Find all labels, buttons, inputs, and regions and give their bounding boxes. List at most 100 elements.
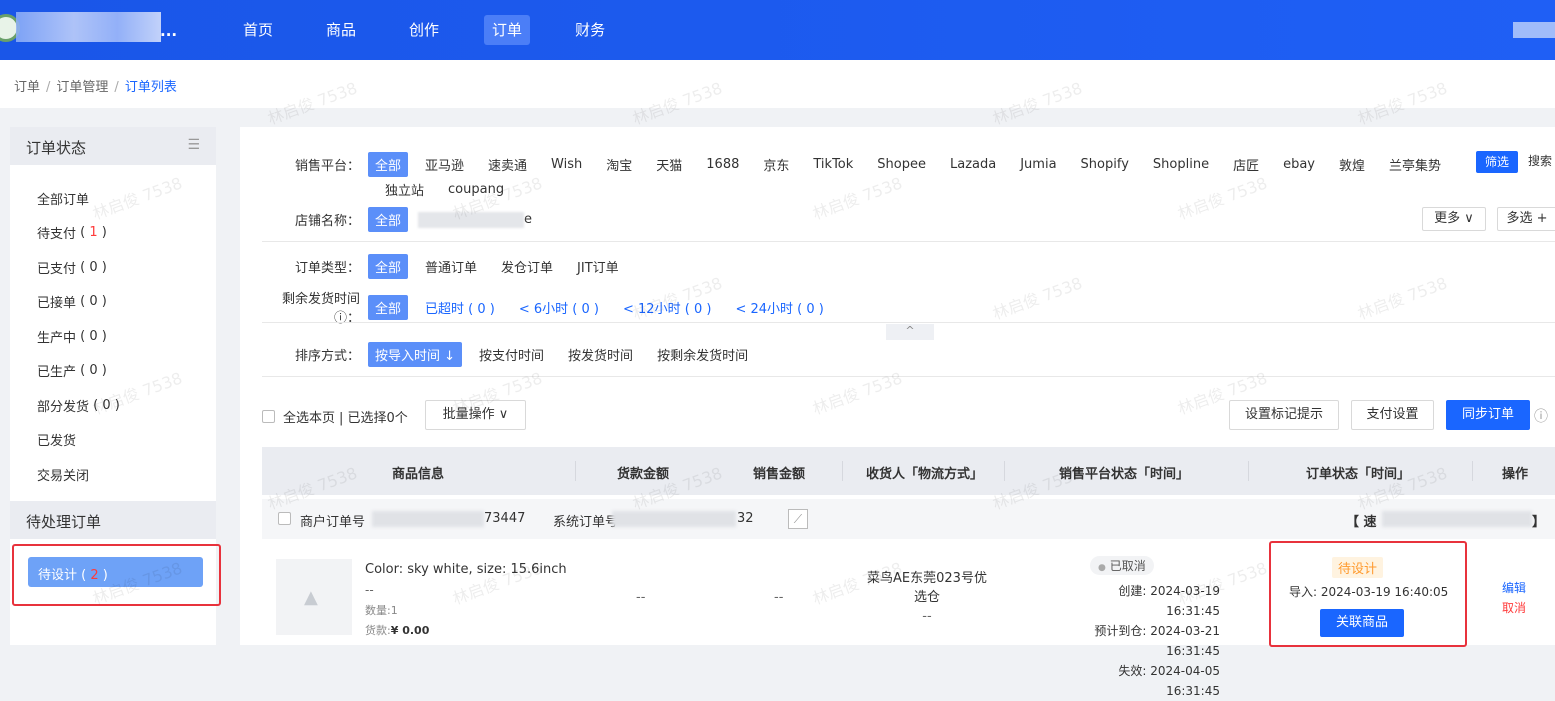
breadcrumb-orders[interactable]: 订单 [14, 80, 40, 95]
col-product-info: 商品信息 [392, 467, 445, 482]
platform-chip-jd[interactable]: 京东 [756, 152, 796, 177]
platform-chip-all[interactable]: 全部 [368, 152, 409, 177]
col-actions: 操作 [1502, 467, 1529, 482]
system-order-label: 系统订单号 [553, 515, 619, 530]
platform-chip-tiktok[interactable]: TikTok [806, 154, 860, 175]
sidebar-item-shipped[interactable]: 已发货 [10, 423, 216, 458]
nav-products[interactable]: 商品 [318, 15, 364, 45]
platform-chip-lazada[interactable]: Lazada [943, 154, 1003, 175]
remain-chip-overdue[interactable]: 已超时 ( 0 ) [418, 295, 502, 320]
nav-orders[interactable]: 订单 [484, 15, 531, 45]
platform-chip-shopline[interactable]: Shopline [1146, 154, 1216, 175]
eta-time: 预计到仓: 2024-03-21 16:31:45 [1094, 624, 1220, 658]
store-name-suffix[interactable]: e [524, 212, 532, 227]
edit-link[interactable]: 编辑 [1502, 579, 1526, 596]
platform-chip-aliexpress[interactable]: 速卖通 [481, 152, 534, 177]
goods-amount-value: -- [636, 590, 646, 605]
select-page-label[interactable]: 全选本页 [283, 407, 335, 426]
cancel-link[interactable]: 取消 [1502, 599, 1526, 616]
brand-name-blurred [16, 12, 161, 42]
platform-chip-jumia[interactable]: Jumia [1013, 154, 1063, 175]
sidebar-item-accepted[interactable]: 已接单 ( 0 ) [10, 285, 216, 320]
sidebar-item-producing[interactable]: 生产中 ( 0 ) [10, 319, 216, 354]
remain-chip-all[interactable]: 全部 [368, 294, 409, 320]
type-chip-all[interactable]: 全部 [368, 254, 409, 279]
breadcrumb-order-list: 订单列表 [124, 80, 177, 95]
sidebar-item-partial-shipped[interactable]: 部分发货 ( 0 ) [10, 388, 216, 423]
sort-ship-time[interactable]: 按发货时间 [561, 342, 640, 367]
platform-chip-1688[interactable]: 1688 [699, 154, 746, 175]
payment-settings-button[interactable]: 支付设置 [1351, 400, 1434, 430]
sort-row: 排序方式： 按导入时间 ↓ 按支付时间 按发货时间 按剩余发货时间 [240, 342, 765, 367]
sidebar-item-closed[interactable]: 交易关闭 [10, 457, 216, 492]
remain-chip-label: < 12小时 [623, 301, 681, 317]
platform-chip-coupang[interactable]: coupang [441, 179, 511, 200]
status-dot-icon: ● [1098, 563, 1106, 573]
nav-create[interactable]: 创作 [401, 15, 447, 45]
help-icon[interactable]: ⓘ [1534, 406, 1548, 426]
product-quantity: 数量:1 [365, 604, 398, 617]
bulk-toolbar: 全选本页 | 已选择0个 [262, 407, 408, 426]
sidebar-item-label: 已支付 [37, 261, 77, 277]
expire-time: 失效: 2024-04-05 16:31:45 [1118, 664, 1220, 698]
platform-chip-ebay[interactable]: ebay [1276, 154, 1322, 175]
nav-home[interactable]: 首页 [235, 15, 281, 45]
pending-design-highlight: 待设计 ( 2 ) [12, 544, 221, 606]
col-platform-status: 销售平台状态「时间」 [1059, 467, 1190, 482]
more-button[interactable]: 更多 ∨ [1422, 207, 1486, 231]
platform-chip-taobao[interactable]: 淘宝 [599, 152, 639, 177]
sort-pay-time[interactable]: 按支付时间 [472, 342, 551, 367]
divider [262, 322, 1555, 323]
store-name-blurred[interactable] [418, 211, 525, 228]
type-chip-jit[interactable]: JIT订单 [570, 254, 626, 279]
sidebar-item-label: 交易关闭 [37, 468, 90, 484]
sidebar-item-all[interactable]: 全部订单 [10, 181, 216, 216]
platform-chip-shopee[interactable]: Shopee [870, 154, 933, 175]
merchant-order-suffix[interactable]: 73447 [484, 511, 525, 526]
sidebar-item-pending-payment[interactable]: 待支付 ( 1 ) [10, 216, 216, 251]
type-chip-warehouse[interactable]: 发仓订单 [494, 254, 560, 279]
sidebar-item-paid[interactable]: 已支付 ( 0 ) [10, 250, 216, 285]
collapse-filters-icon[interactable]: ^ [886, 324, 934, 340]
store-chip-all[interactable]: 全部 [368, 207, 409, 232]
batch-actions-dropdown[interactable]: 批量操作 ∨ [425, 400, 526, 430]
platform-chip-tmall[interactable]: 天猫 [649, 152, 689, 177]
platform-chip-dhgate[interactable]: 敦煌 [1332, 152, 1372, 177]
order-checkbox[interactable] [278, 512, 291, 525]
payment-label: 货款: [365, 624, 391, 637]
search-button[interactable]: 搜索 [1520, 151, 1555, 173]
link-product-button[interactable]: 关联商品 [1320, 609, 1404, 637]
col-order-status: 订单状态「时间」 [1306, 467, 1411, 482]
sidebar-item-pending-design[interactable]: 待设计 ( 2 ) [28, 557, 203, 587]
multi-select-button[interactable]: 多选 + [1497, 207, 1555, 231]
order-list-panel: 销售平台： 全部 亚马逊 速卖通 Wish 淘宝 天猫 1688 京东 TikT… [240, 127, 1555, 698]
edit-note-icon[interactable]: ⟋ [788, 509, 808, 529]
receiver-warehouse: 菜鸟AE东莞023号优 [867, 571, 987, 586]
remain-chip-12h[interactable]: < 12小时 ( 0 ) [616, 295, 718, 320]
mark-tip-settings-button[interactable]: 设置标记提示 [1229, 400, 1339, 430]
type-chip-normal[interactable]: 普通订单 [418, 254, 484, 279]
platform-chip-amazon[interactable]: 亚马逊 [418, 152, 471, 177]
platform-chip-independent[interactable]: 独立站 [378, 177, 431, 202]
sort-remaining-time[interactable]: 按剩余发货时间 [650, 342, 755, 367]
platform-chip-lightinthebox[interactable]: 兰亭集势 [1382, 152, 1448, 177]
breadcrumb-order-management[interactable]: 订单管理 [56, 80, 108, 95]
select-page-checkbox[interactable] [262, 410, 275, 423]
platform-chip-shopify[interactable]: Shopify [1074, 154, 1136, 175]
sidebar-item-produced[interactable]: 已生产 ( 0 ) [10, 354, 216, 389]
platform-chip-wish[interactable]: Wish [544, 154, 589, 175]
collapse-menu-icon[interactable]: ☰ [187, 137, 200, 155]
product-thumbnail[interactable]: ▲ [276, 559, 352, 635]
remain-chip-6h[interactable]: < 6小时 ( 0 ) [512, 295, 606, 320]
sync-orders-button[interactable]: 同步订单 [1446, 400, 1530, 430]
receiver-warehouse-cont: 选仓 [913, 590, 940, 605]
filter-button[interactable]: 筛选 [1476, 151, 1518, 173]
remain-chip-24h[interactable]: < 24小时 ( 0 ) [728, 295, 830, 320]
platform-chip-dianjiang[interactable]: 店匠 [1226, 152, 1266, 177]
sort-import-time[interactable]: 按导入时间 ↓ [368, 342, 463, 367]
system-order-suffix[interactable]: 32 [737, 511, 754, 526]
import-time: 导入: 2024-03-19 16:40:05 [1289, 585, 1449, 599]
user-avatar-blurred[interactable] [1513, 22, 1555, 38]
nav-finance[interactable]: 财务 [567, 15, 613, 45]
shipping-tag-suffix: 】 [1532, 515, 1546, 530]
